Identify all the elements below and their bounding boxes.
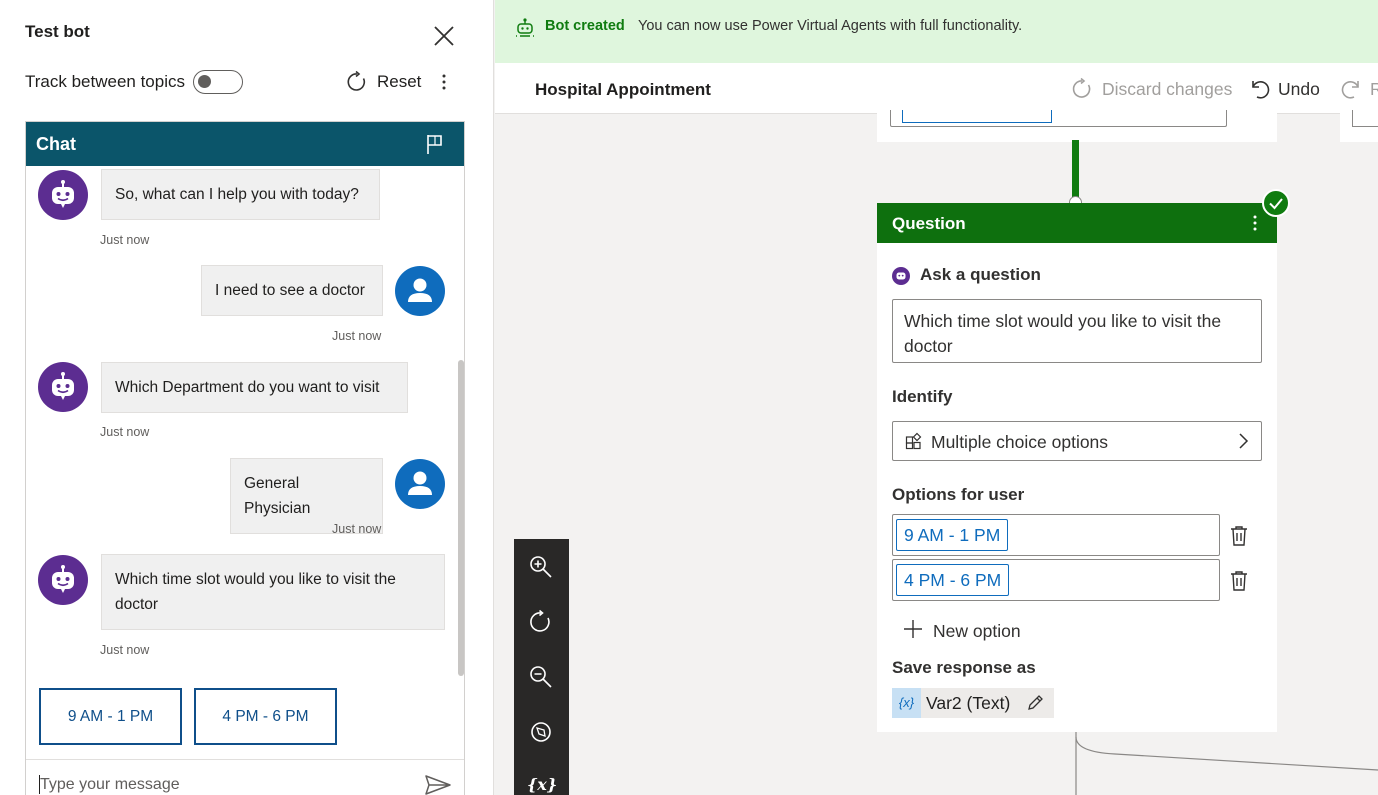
- bot-message: So, what can I help you with today?: [101, 169, 380, 220]
- adjacent-node-field: [1352, 110, 1378, 127]
- send-icon[interactable]: [424, 774, 452, 795]
- question-node-title: Question: [892, 214, 966, 233]
- ask-question-label: Ask a question: [920, 265, 1041, 284]
- message-timestamp: Just now: [100, 233, 150, 247]
- discard-changes-label: Discard changes: [1102, 79, 1233, 99]
- reset-view-icon[interactable]: [528, 609, 554, 635]
- edit-icon[interactable]: [1026, 694, 1044, 712]
- canvas-zoom-controls: {x}: [514, 539, 569, 795]
- variable-icon: {x}: [892, 688, 921, 718]
- option-chip[interactable]: 9 AM - 1 PM: [896, 519, 1009, 551]
- plus-icon: [904, 620, 922, 638]
- node-connector: [1072, 140, 1079, 202]
- variable-name: Var2 (Text): [926, 693, 1011, 713]
- chevron-right-icon: [1239, 433, 1249, 449]
- bot-message: Which time slot would you like to visit …: [101, 554, 445, 630]
- banner-title: Bot created: [545, 18, 625, 34]
- bot-avatar: [38, 362, 88, 412]
- question-text-field[interactable]: Which time slot would you like to visit …: [892, 299, 1262, 363]
- redo-label: R: [1370, 79, 1378, 99]
- reset-icon[interactable]: [345, 70, 369, 94]
- test-bot-title: Test bot: [25, 22, 90, 41]
- bot-icon: [52, 180, 74, 208]
- question-node[interactable]: Question Ask a question Which time slot …: [877, 203, 1277, 732]
- compass-icon[interactable]: [528, 719, 554, 745]
- identify-label: Identify: [892, 387, 953, 406]
- previous-node[interactable]: [877, 110, 1277, 142]
- track-between-topics-toggle[interactable]: [193, 70, 243, 94]
- variable-pill[interactable]: {x} Var2 (Text): [892, 688, 1054, 718]
- zoom-out-icon[interactable]: [528, 664, 554, 690]
- message-timestamp: Just now: [100, 425, 150, 439]
- adjacent-node[interactable]: [1340, 110, 1378, 142]
- message-composer: [26, 759, 464, 795]
- chat-scrollbar[interactable]: [458, 360, 464, 676]
- message-timestamp: Just now: [100, 643, 150, 657]
- trash-icon[interactable]: [1230, 570, 1248, 592]
- topic-toolbar: Hospital Appointment Discard changes Und…: [495, 63, 1378, 114]
- toggle-knob: [198, 75, 211, 88]
- more-icon[interactable]: [1249, 213, 1261, 233]
- redo-icon: [1341, 81, 1359, 99]
- user-avatar: [395, 266, 445, 316]
- options-for-user-label: Options for user: [892, 485, 1025, 504]
- bot-avatar: [38, 555, 88, 605]
- redo-button[interactable]: R: [1340, 77, 1378, 103]
- close-icon[interactable]: [430, 22, 458, 50]
- bot-icon: [52, 372, 74, 400]
- track-between-topics-label: Track between topics: [25, 72, 185, 91]
- identify-dropdown[interactable]: Multiple choice options: [892, 421, 1262, 461]
- more-icon[interactable]: [436, 70, 452, 94]
- undo-button[interactable]: Undo: [1247, 77, 1327, 103]
- bot-icon: [52, 565, 74, 593]
- bot-message: Which Department do you want to visit: [101, 362, 408, 413]
- chat-title: Chat: [36, 134, 76, 154]
- topic-name: Hospital Appointment: [535, 80, 711, 99]
- options-icon: [905, 432, 922, 450]
- message-input[interactable]: [40, 773, 400, 795]
- person-icon: [408, 471, 432, 495]
- bot-created-icon: [516, 18, 534, 37]
- chat-window: Chat So, what can I help you with today?…: [25, 121, 465, 795]
- question-node-header: Question: [877, 203, 1277, 243]
- option-field[interactable]: 4 PM - 6 PM: [892, 559, 1220, 601]
- save-response-label: Save response as: [892, 658, 1036, 677]
- suggested-action-button[interactable]: 4 PM - 6 PM: [194, 688, 337, 745]
- user-message: I need to see a doctor: [201, 265, 383, 316]
- identify-value: Multiple choice options: [931, 432, 1109, 452]
- trash-icon[interactable]: [1230, 525, 1248, 547]
- message-timestamp: Just now: [332, 329, 382, 343]
- suggested-action-button[interactable]: 9 AM - 1 PM: [39, 688, 182, 745]
- banner-message: You can now use Power Virtual Agents wit…: [638, 18, 1023, 34]
- check-icon: [1262, 189, 1290, 217]
- branch-connector: [1075, 732, 1378, 795]
- flag-icon[interactable]: [424, 132, 446, 156]
- undo-label: Undo: [1278, 79, 1320, 99]
- option-chip[interactable]: 4 PM - 6 PM: [896, 564, 1010, 596]
- reset-button[interactable]: Reset: [377, 72, 421, 92]
- discard-icon: [1072, 77, 1091, 98]
- user-avatar: [395, 459, 445, 509]
- variables-icon[interactable]: {x}: [527, 775, 557, 794]
- previous-node-chip: [902, 110, 1052, 123]
- undo-icon: [1252, 81, 1270, 99]
- bot-avatar: [38, 170, 88, 220]
- test-bot-panel: Test bot Track between topics Reset Chat: [0, 0, 494, 795]
- chat-header: Chat: [26, 122, 464, 166]
- person-icon: [408, 278, 432, 302]
- option-field[interactable]: 9 AM - 1 PM: [892, 514, 1220, 556]
- new-option-label: New option: [933, 621, 1021, 641]
- discard-changes-button[interactable]: Discard changes: [1070, 77, 1233, 103]
- bot-created-banner: Bot created You can now use Power Virtua…: [495, 0, 1378, 63]
- zoom-in-icon[interactable]: [528, 554, 554, 580]
- question-bot-icon: [892, 267, 910, 285]
- message-timestamp: Just now: [332, 522, 382, 536]
